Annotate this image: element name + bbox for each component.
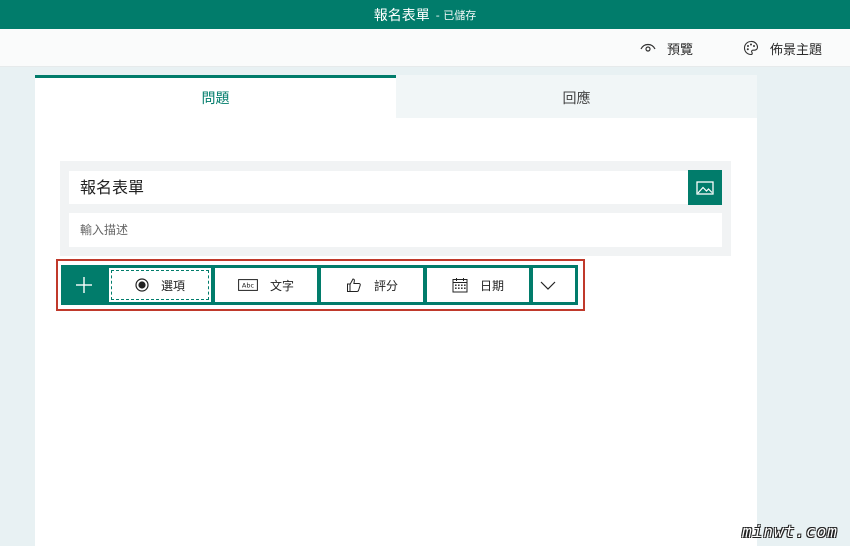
image-icon (696, 180, 714, 195)
watermark: minwt.com (742, 521, 838, 541)
tab-questions[interactable]: 問題 (35, 75, 396, 118)
preview-label: 預覽 (667, 42, 694, 58)
form-title-header: 報名表單 (373, 7, 430, 24)
form-header-card: 報名表單 輸入描述 (60, 161, 731, 256)
form-description-input[interactable]: 輸入描述 (69, 213, 722, 247)
tab-label: 問題 (201, 91, 230, 107)
insert-image-button[interactable] (688, 170, 722, 205)
eye-icon (640, 43, 656, 52)
annotation-highlight-box (56, 259, 585, 311)
tab-label: 回應 (562, 91, 591, 107)
toolbar: 預覽 佈景主題 (0, 29, 850, 67)
preview-button[interactable]: 預覽 (640, 29, 693, 67)
theme-button[interactable]: 佈景主題 (743, 29, 822, 67)
theme-label: 佈景主題 (770, 42, 823, 58)
tab-responses[interactable]: 回應 (396, 75, 757, 118)
top-bar: 報名表單 - 已儲存 (0, 0, 850, 29)
save-status: - 已儲存 (435, 8, 477, 22)
form-title-input[interactable]: 報名表單 (69, 171, 688, 204)
palette-icon (743, 40, 759, 56)
